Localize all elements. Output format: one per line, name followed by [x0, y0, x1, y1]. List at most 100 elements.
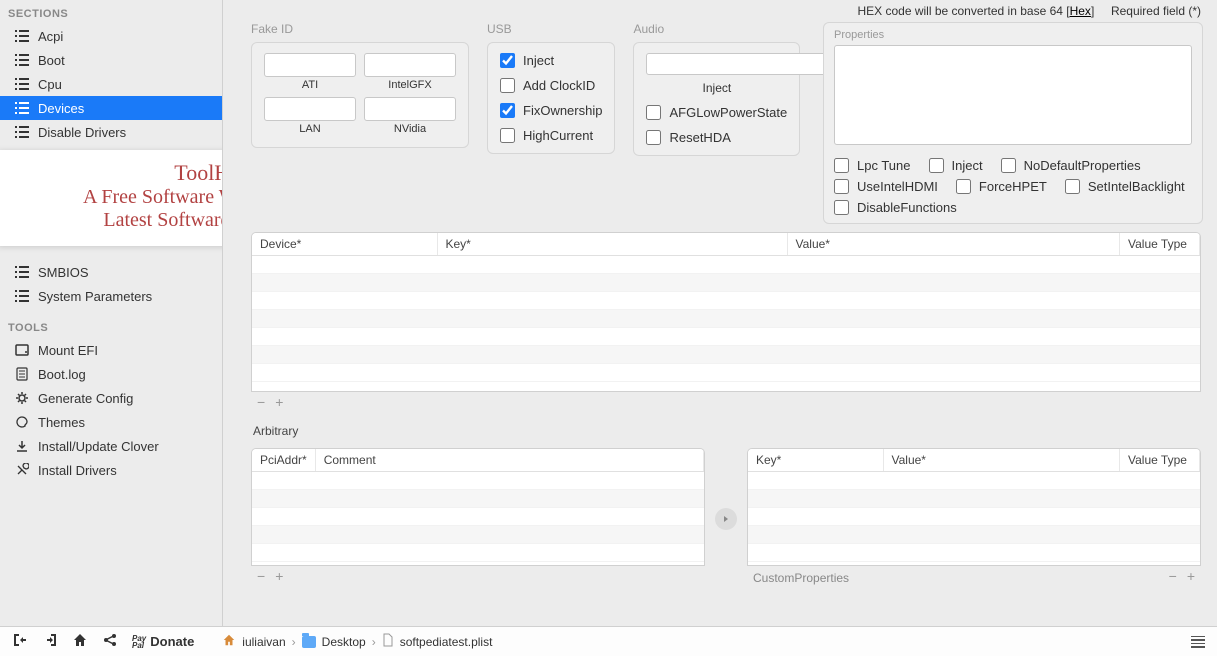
donate-button[interactable]: PayPal Donate [132, 634, 194, 649]
crumb-file[interactable]: softpediatest.plist [400, 635, 493, 649]
sidebar-item-system-parameters[interactable]: System Parameters [0, 284, 222, 308]
log-icon [14, 366, 30, 382]
properties-textarea[interactable] [834, 45, 1192, 145]
nvidia-input[interactable] [364, 97, 456, 121]
table-row[interactable] [252, 346, 1200, 364]
sidebar-item-cpu[interactable]: Cpu [0, 72, 222, 96]
table-row[interactable] [748, 508, 1200, 526]
lan-label: LAN [264, 123, 356, 135]
tool-install-drivers[interactable]: Install Drivers [0, 458, 222, 482]
col-pciaddr[interactable]: PciAddr* [252, 449, 315, 472]
prop-useintelhdmi-check[interactable]: UseIntelHDMI [834, 179, 938, 194]
menu-button[interactable] [1191, 636, 1205, 648]
usb-addclock-check[interactable]: Add ClockID [500, 78, 602, 93]
tool-mount-efi[interactable]: Mount EFI [0, 338, 222, 362]
usb-inject-check[interactable]: Inject [500, 53, 602, 68]
main-table-footer: − + [251, 392, 1201, 416]
sidebar-item-label: Install Drivers [38, 463, 117, 478]
share-icon[interactable] [102, 632, 118, 651]
paypal-icon: PayPal [132, 635, 146, 649]
col-comment[interactable]: Comment [315, 449, 703, 472]
table-row[interactable] [252, 256, 1200, 274]
table-row[interactable] [252, 490, 704, 508]
add-row-button[interactable]: + [275, 568, 283, 584]
prop-setintelbacklight-check[interactable]: SetIntelBacklight [1065, 179, 1185, 194]
tool-themes[interactable]: Themes [0, 410, 222, 434]
table-row[interactable] [748, 490, 1200, 508]
col-value[interactable]: Value* [883, 449, 1120, 472]
sidebar-item-boot[interactable]: Boot [0, 48, 222, 72]
list-icon [14, 264, 30, 280]
sidebar-item-smbios[interactable]: SMBIOS [0, 260, 222, 284]
crumb-folder[interactable]: Desktop [322, 635, 366, 649]
transfer-right-button[interactable] [715, 508, 737, 530]
table-row[interactable] [252, 292, 1200, 310]
prop-forcehpet-check[interactable]: ForceHPET [956, 179, 1047, 194]
arbitrary-right-table[interactable]: Key* Value* Value Type [747, 448, 1201, 566]
sidebar-item-disable-drivers[interactable]: Disable Drivers [0, 120, 222, 144]
col-valuetype[interactable]: Value Type [1120, 449, 1200, 472]
sidebar-item-devices[interactable]: Devices [0, 96, 222, 120]
table-row[interactable] [252, 364, 1200, 382]
add-row-button[interactable]: + [1187, 568, 1195, 584]
prop-inject-check[interactable]: Inject [929, 158, 983, 173]
intelgfx-input[interactable] [364, 53, 456, 77]
col-key[interactable]: Key* [437, 233, 787, 256]
hex-link[interactable]: Hex [1070, 4, 1091, 18]
remove-row-button[interactable]: − [257, 568, 265, 584]
lan-input[interactable] [264, 97, 356, 121]
arbitrary-title: Arbitrary [253, 424, 1201, 438]
tool-bootlog[interactable]: Boot.log [0, 362, 222, 386]
watermark-overlay: ToolHip.com A Free Software World To Dow… [0, 150, 223, 246]
table-row[interactable] [252, 526, 704, 544]
home-icon[interactable] [72, 632, 88, 651]
properties-title: Properties [834, 29, 1192, 41]
tool-install-clover[interactable]: Install/Update Clover [0, 434, 222, 458]
usb-highcurrent-check[interactable]: HighCurrent [500, 128, 602, 143]
table-row[interactable] [252, 508, 704, 526]
arbitrary-left-table[interactable]: PciAddr* Comment [251, 448, 705, 566]
prop-disablefunctions-check[interactable]: DisableFunctions [834, 200, 957, 215]
list-icon [14, 52, 30, 68]
prop-lpctune-check[interactable]: Lpc Tune [834, 158, 911, 173]
prop-nodefault-check[interactable]: NoDefaultProperties [1001, 158, 1141, 173]
crumb-user[interactable]: iuliaivan [242, 635, 285, 649]
audio-reset-check[interactable]: ResetHDA [646, 130, 787, 145]
table-row[interactable] [252, 328, 1200, 346]
table-row[interactable] [252, 472, 704, 490]
audio-afg-check[interactable]: AFGLowPowerState [646, 105, 787, 120]
usb-panel: USB Inject Add ClockID FixOwnership High… [487, 22, 615, 224]
chevron-right-icon: › [292, 635, 296, 649]
breadcrumb: iuliaivan › Desktop › softpediatest.plis… [222, 633, 492, 650]
tool-generate-config[interactable]: Generate Config [0, 386, 222, 410]
sidebar-sections-header: SECTIONS [0, 0, 222, 24]
sidebar-item-label: Acpi [38, 29, 63, 44]
palette-icon [14, 414, 30, 430]
remove-row-button[interactable]: − [257, 394, 265, 410]
table-row[interactable] [748, 526, 1200, 544]
usb-fixown-check[interactable]: FixOwnership [500, 103, 602, 118]
col-device[interactable]: Device* [252, 233, 437, 256]
col-valuetype[interactable]: Value Type [1120, 233, 1200, 256]
remove-row-button[interactable]: − [1169, 568, 1177, 584]
audio-inject-combo[interactable] [646, 53, 786, 75]
table-row[interactable] [748, 472, 1200, 490]
ati-input[interactable] [264, 53, 356, 77]
import-icon[interactable] [12, 632, 28, 651]
export-icon[interactable] [42, 632, 58, 651]
col-value[interactable]: Value* [787, 233, 1120, 256]
table-row[interactable] [252, 310, 1200, 328]
table-row[interactable] [252, 274, 1200, 292]
list-icon [14, 28, 30, 44]
usb-title: USB [487, 22, 615, 36]
col-key[interactable]: Key* [748, 449, 883, 472]
sidebar-item-label: Boot.log [38, 367, 86, 382]
sidebar-item-acpi[interactable]: Acpi [0, 24, 222, 48]
header-info-row: HEX code will be converted in base 64 [H… [223, 0, 1217, 18]
main-table[interactable]: Device* Key* Value* Value Type [251, 232, 1201, 392]
drive-icon [14, 342, 30, 358]
table-row[interactable] [748, 544, 1200, 562]
wrench-icon [14, 462, 30, 478]
add-row-button[interactable]: + [275, 394, 283, 410]
table-row[interactable] [252, 544, 704, 562]
